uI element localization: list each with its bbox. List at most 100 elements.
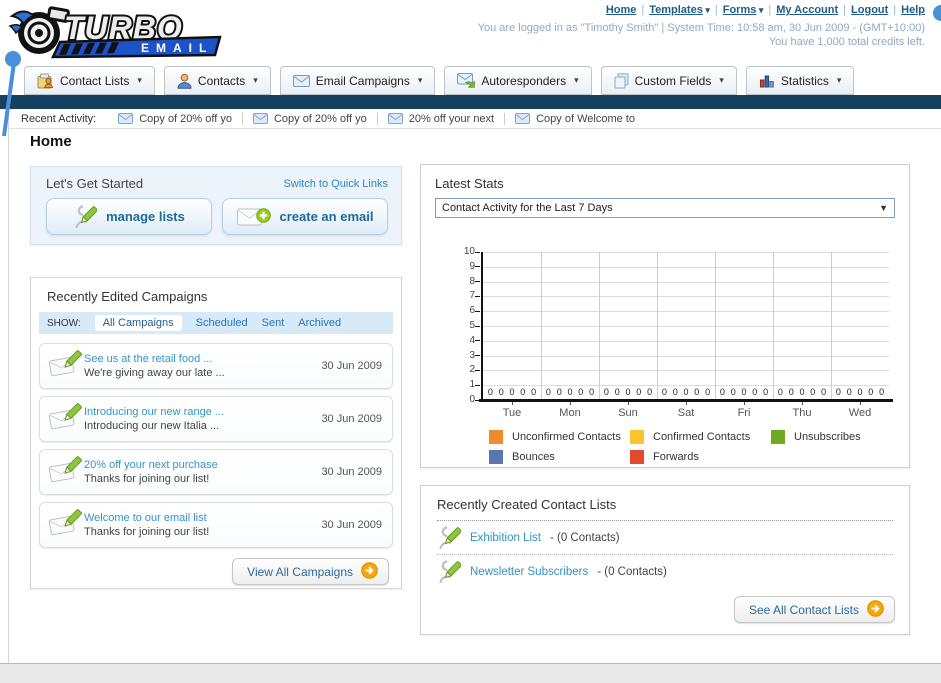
navy-divider-bar bbox=[0, 95, 941, 109]
bar-value-label: 0 bbox=[799, 387, 805, 397]
legend-item-unsubscribes: Unsubscribes bbox=[771, 430, 912, 444]
filter-sent[interactable]: Sent bbox=[262, 317, 285, 329]
nav-link-forms[interactable]: Forms bbox=[723, 4, 757, 16]
campaign-title-link[interactable]: Introducing our new range ... bbox=[84, 405, 321, 419]
help-bubble-icon[interactable] bbox=[933, 5, 941, 21]
switch-to-quick-links[interactable]: Switch to Quick Links bbox=[283, 178, 388, 190]
arrow-circle-icon bbox=[361, 561, 378, 582]
legend-swatch bbox=[630, 430, 644, 444]
chart-legend: Unconfirmed Contacts Confirmed Contacts Un… bbox=[489, 430, 913, 464]
x-tick-label: Thu bbox=[792, 407, 812, 419]
bar-value-label: 0 bbox=[487, 387, 493, 397]
envelope-plus-icon bbox=[236, 206, 271, 228]
y-tick-label: 10 bbox=[463, 246, 475, 257]
y-tick-label: 1 bbox=[469, 379, 475, 391]
bar-value-label: 0 bbox=[545, 387, 551, 397]
chevron-down-icon: ▾ bbox=[417, 75, 423, 85]
filter-archived[interactable]: Archived bbox=[298, 317, 341, 329]
legend-label: Bounces bbox=[512, 451, 555, 463]
y-tick-label: 9 bbox=[469, 260, 475, 272]
bar-value-label: 0 bbox=[835, 387, 841, 397]
tab-email-campaigns[interactable]: Email Campaigns ▾ bbox=[279, 66, 436, 95]
chevron-down-icon: ▾ bbox=[719, 75, 724, 85]
campaign-row[interactable]: See us at the retail food ... We're givin… bbox=[39, 343, 393, 389]
chart-day-group: 0 0 0 0 0 Mon bbox=[541, 252, 599, 419]
bar-value-label: 0 bbox=[509, 387, 515, 397]
legend-item-unconfirmed-contacts: Unconfirmed Contacts bbox=[489, 430, 630, 444]
bar-value-label: 0 bbox=[567, 387, 573, 397]
tab-label: Contacts bbox=[197, 73, 246, 88]
get-started-panel: Let's Get Started Switch to Quick Links … bbox=[30, 166, 402, 245]
bar-value-label: 0 bbox=[603, 387, 609, 397]
bar-value-labels: 00000 bbox=[831, 387, 889, 397]
campaign-title-link[interactable]: See us at the retail food ... bbox=[84, 352, 321, 366]
button-label: manage lists bbox=[106, 209, 185, 224]
contacts-icon bbox=[177, 73, 192, 89]
tab-label: Email Campaigns bbox=[315, 73, 410, 88]
bar-value-label: 0 bbox=[752, 387, 758, 397]
tab-custom-fields[interactable]: Custom Fields ▾ bbox=[600, 66, 737, 95]
nav-link-logout[interactable]: Logout bbox=[851, 4, 888, 16]
tab-statistics[interactable]: Statistics ▾ bbox=[745, 66, 855, 95]
turbo-icon: TURBO EMAIL bbox=[8, 6, 222, 59]
filter-scheduled[interactable]: Scheduled bbox=[196, 317, 248, 329]
contact-lists-title: Recently Created Contact Lists bbox=[437, 497, 893, 521]
tab-contacts[interactable]: Contacts ▾ bbox=[163, 66, 271, 95]
contact-lists-panel: Recently Created Contact Lists Exhibitio… bbox=[420, 485, 910, 635]
campaign-list: See us at the retail food ... We're givin… bbox=[39, 343, 393, 548]
contact-list-name-link[interactable]: Exhibition List bbox=[470, 532, 541, 544]
legend-swatch bbox=[771, 430, 785, 444]
arrow-circle-icon bbox=[867, 599, 884, 620]
bar-value-label: 0 bbox=[741, 387, 747, 397]
contact-list-name-link[interactable]: Newsletter Subscribers bbox=[470, 566, 588, 578]
campaign-row[interactable]: Introducing our new range ... Introducing… bbox=[39, 396, 393, 442]
campaign-date: 30 Jun 2009 bbox=[321, 466, 382, 478]
statistics-icon bbox=[759, 73, 775, 88]
tab-label: Custom Fields bbox=[634, 73, 712, 88]
legend-label: Unsubscribes bbox=[794, 431, 861, 443]
campaign-date: 30 Jun 2009 bbox=[321, 360, 382, 372]
campaign-row[interactable]: 20% off your next purchase Thanks for joi… bbox=[39, 449, 393, 495]
x-tick-label: Tue bbox=[502, 407, 522, 419]
tab-contact-lists[interactable]: Contact Lists ▾ bbox=[24, 66, 155, 95]
legend-swatch bbox=[630, 450, 644, 464]
legend-swatch bbox=[489, 430, 503, 444]
campaign-icon-wrap bbox=[48, 508, 84, 542]
tab-autoresponders[interactable]: Autoresponders ▾ bbox=[444, 66, 592, 95]
see-all-contact-lists-button[interactable]: See All Contact Lists bbox=[733, 596, 895, 623]
autoresponders-icon bbox=[457, 73, 476, 88]
contact-list-count: - (0 Contacts) bbox=[597, 565, 667, 578]
campaign-title-link[interactable]: 20% off your next purchase bbox=[84, 458, 321, 472]
chart-day-group: 0 0 0 0 0 Sun bbox=[599, 252, 657, 419]
main-tab-bar: Contact Lists ▾ Contacts ▾ Email Campaigns ▾ A… bbox=[24, 66, 855, 95]
nav-link-help[interactable]: Help bbox=[901, 4, 925, 16]
view-all-campaigns-button[interactable]: View All Campaigns bbox=[232, 558, 389, 585]
campaign-row[interactable]: Welcome to our email list Thanks for join… bbox=[39, 502, 393, 548]
manage-lists-button[interactable]: manage lists bbox=[46, 198, 212, 235]
filter-all-campaigns[interactable]: All Campaigns bbox=[94, 315, 182, 331]
nav-separator: | bbox=[893, 4, 897, 16]
chart-day-group: 0 0 0 0 0 Tue bbox=[483, 252, 541, 419]
bar-value-label: 0 bbox=[661, 387, 667, 397]
bar-value-label: 0 bbox=[578, 387, 584, 397]
campaign-subtitle: Thanks for joining our list! bbox=[84, 473, 210, 485]
bar-value-label: 0 bbox=[694, 387, 700, 397]
create-an-email-button[interactable]: create an email bbox=[222, 198, 388, 235]
bar-value-label: 0 bbox=[520, 387, 526, 397]
chart-day-group: 0 0 0 0 0 Fri bbox=[715, 252, 773, 419]
bar-value-label: 0 bbox=[647, 387, 653, 397]
get-started-title: Let's Get Started bbox=[46, 176, 144, 191]
contact-list-row: Exhibition List - (0 Contacts) bbox=[437, 521, 893, 555]
x-tick-label: Wed bbox=[848, 407, 872, 419]
stats-dropdown[interactable]: Contact Activity for the Last 7 Days ▼ bbox=[435, 198, 895, 218]
nav-link-templates[interactable]: Templates bbox=[649, 4, 703, 16]
bar-value-label: 0 bbox=[857, 387, 863, 397]
nav-link-my-account[interactable]: My Account bbox=[776, 4, 838, 16]
campaign-title-link[interactable]: Welcome to our email list bbox=[84, 511, 321, 525]
y-tick-mark bbox=[475, 295, 480, 297]
campaign-date: 30 Jun 2009 bbox=[321, 413, 382, 425]
bar-value-label: 0 bbox=[683, 387, 689, 397]
bar-value-labels: 00000 bbox=[657, 387, 715, 397]
nav-link-home[interactable]: Home bbox=[606, 4, 637, 16]
y-tick-mark bbox=[475, 281, 480, 283]
